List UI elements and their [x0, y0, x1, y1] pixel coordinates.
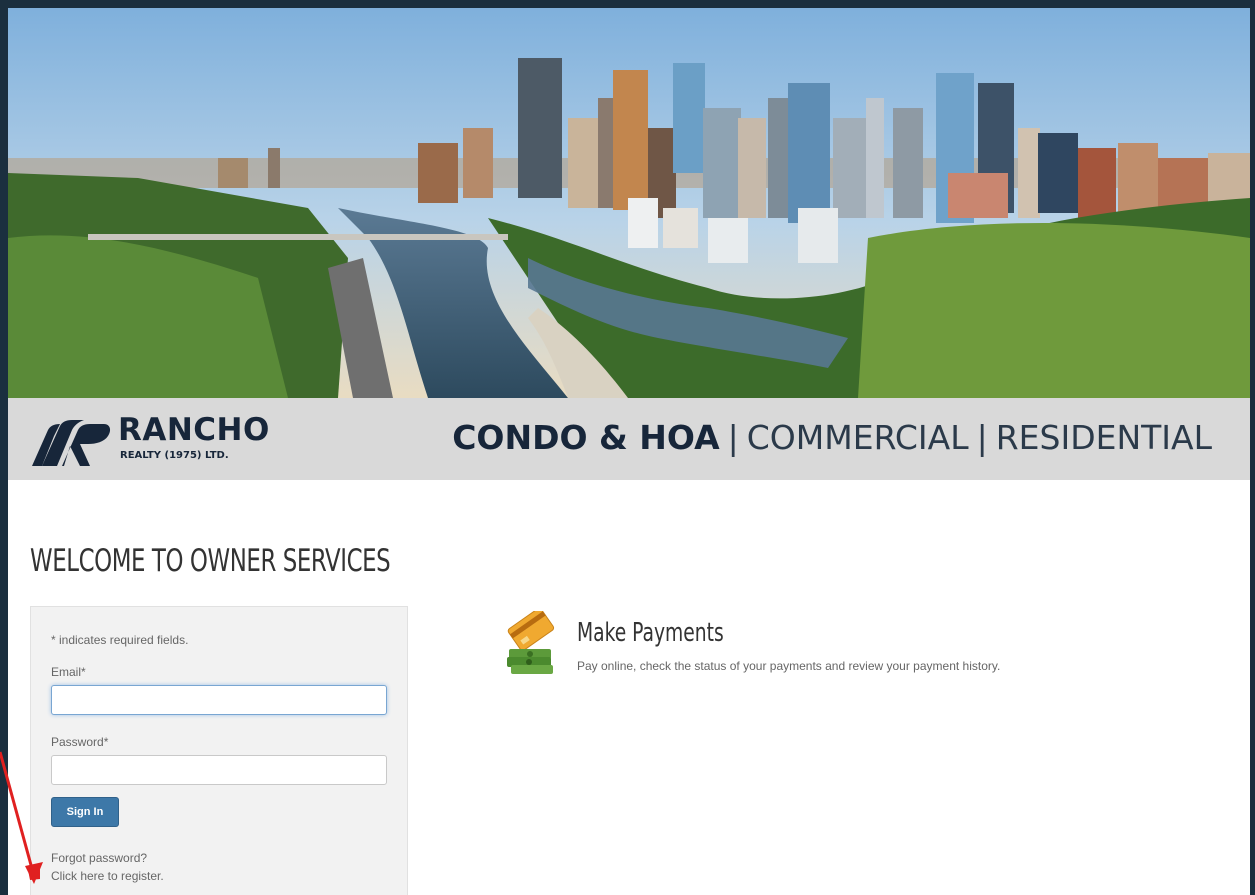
required-fields-note: * indicates required fields. — [51, 633, 189, 647]
tagline-commercial: COMMERCIAL — [746, 418, 969, 457]
tagline-condo-hoa: CONDO & HOA — [452, 418, 720, 457]
page-title: WELCOME TO OWNER SERVICES — [30, 543, 391, 579]
service-tagline: CONDO & HOA | COMMERCIAL | RESIDENTIAL — [452, 418, 1212, 457]
card-and-cash-icon — [503, 607, 559, 680]
email-label: Email* — [51, 665, 86, 679]
register-link[interactable]: Click here to register. — [51, 869, 164, 883]
password-field[interactable] — [51, 755, 387, 785]
rancho-logo-icon — [32, 420, 112, 471]
tagline-residential: RESIDENTIAL — [995, 418, 1212, 457]
sign-in-button[interactable]: Sign In — [51, 797, 119, 827]
page-frame: RANCHO REALTY (1975) LTD. CONDO & HOA | CO… — [0, 0, 1255, 895]
brand-name: RANCHO — [118, 412, 270, 448]
brand-bar: RANCHO REALTY (1975) LTD. CONDO & HOA | CO… — [8, 398, 1250, 480]
tagline-separator: | — [976, 418, 988, 457]
forgot-password-link[interactable]: Forgot password? — [51, 851, 147, 865]
make-payments-description: Pay online, check the status of your pay… — [577, 659, 1001, 673]
make-payments-title[interactable]: Make Payments — [577, 618, 724, 648]
login-panel: * indicates required fields. Email* Pass… — [30, 606, 408, 895]
tagline-separator: | — [727, 418, 739, 457]
email-field[interactable] — [51, 685, 387, 715]
hero-skyline-image — [8, 8, 1250, 398]
brand-subtitle: REALTY (1975) LTD. — [120, 450, 229, 461]
password-label: Password* — [51, 735, 109, 749]
